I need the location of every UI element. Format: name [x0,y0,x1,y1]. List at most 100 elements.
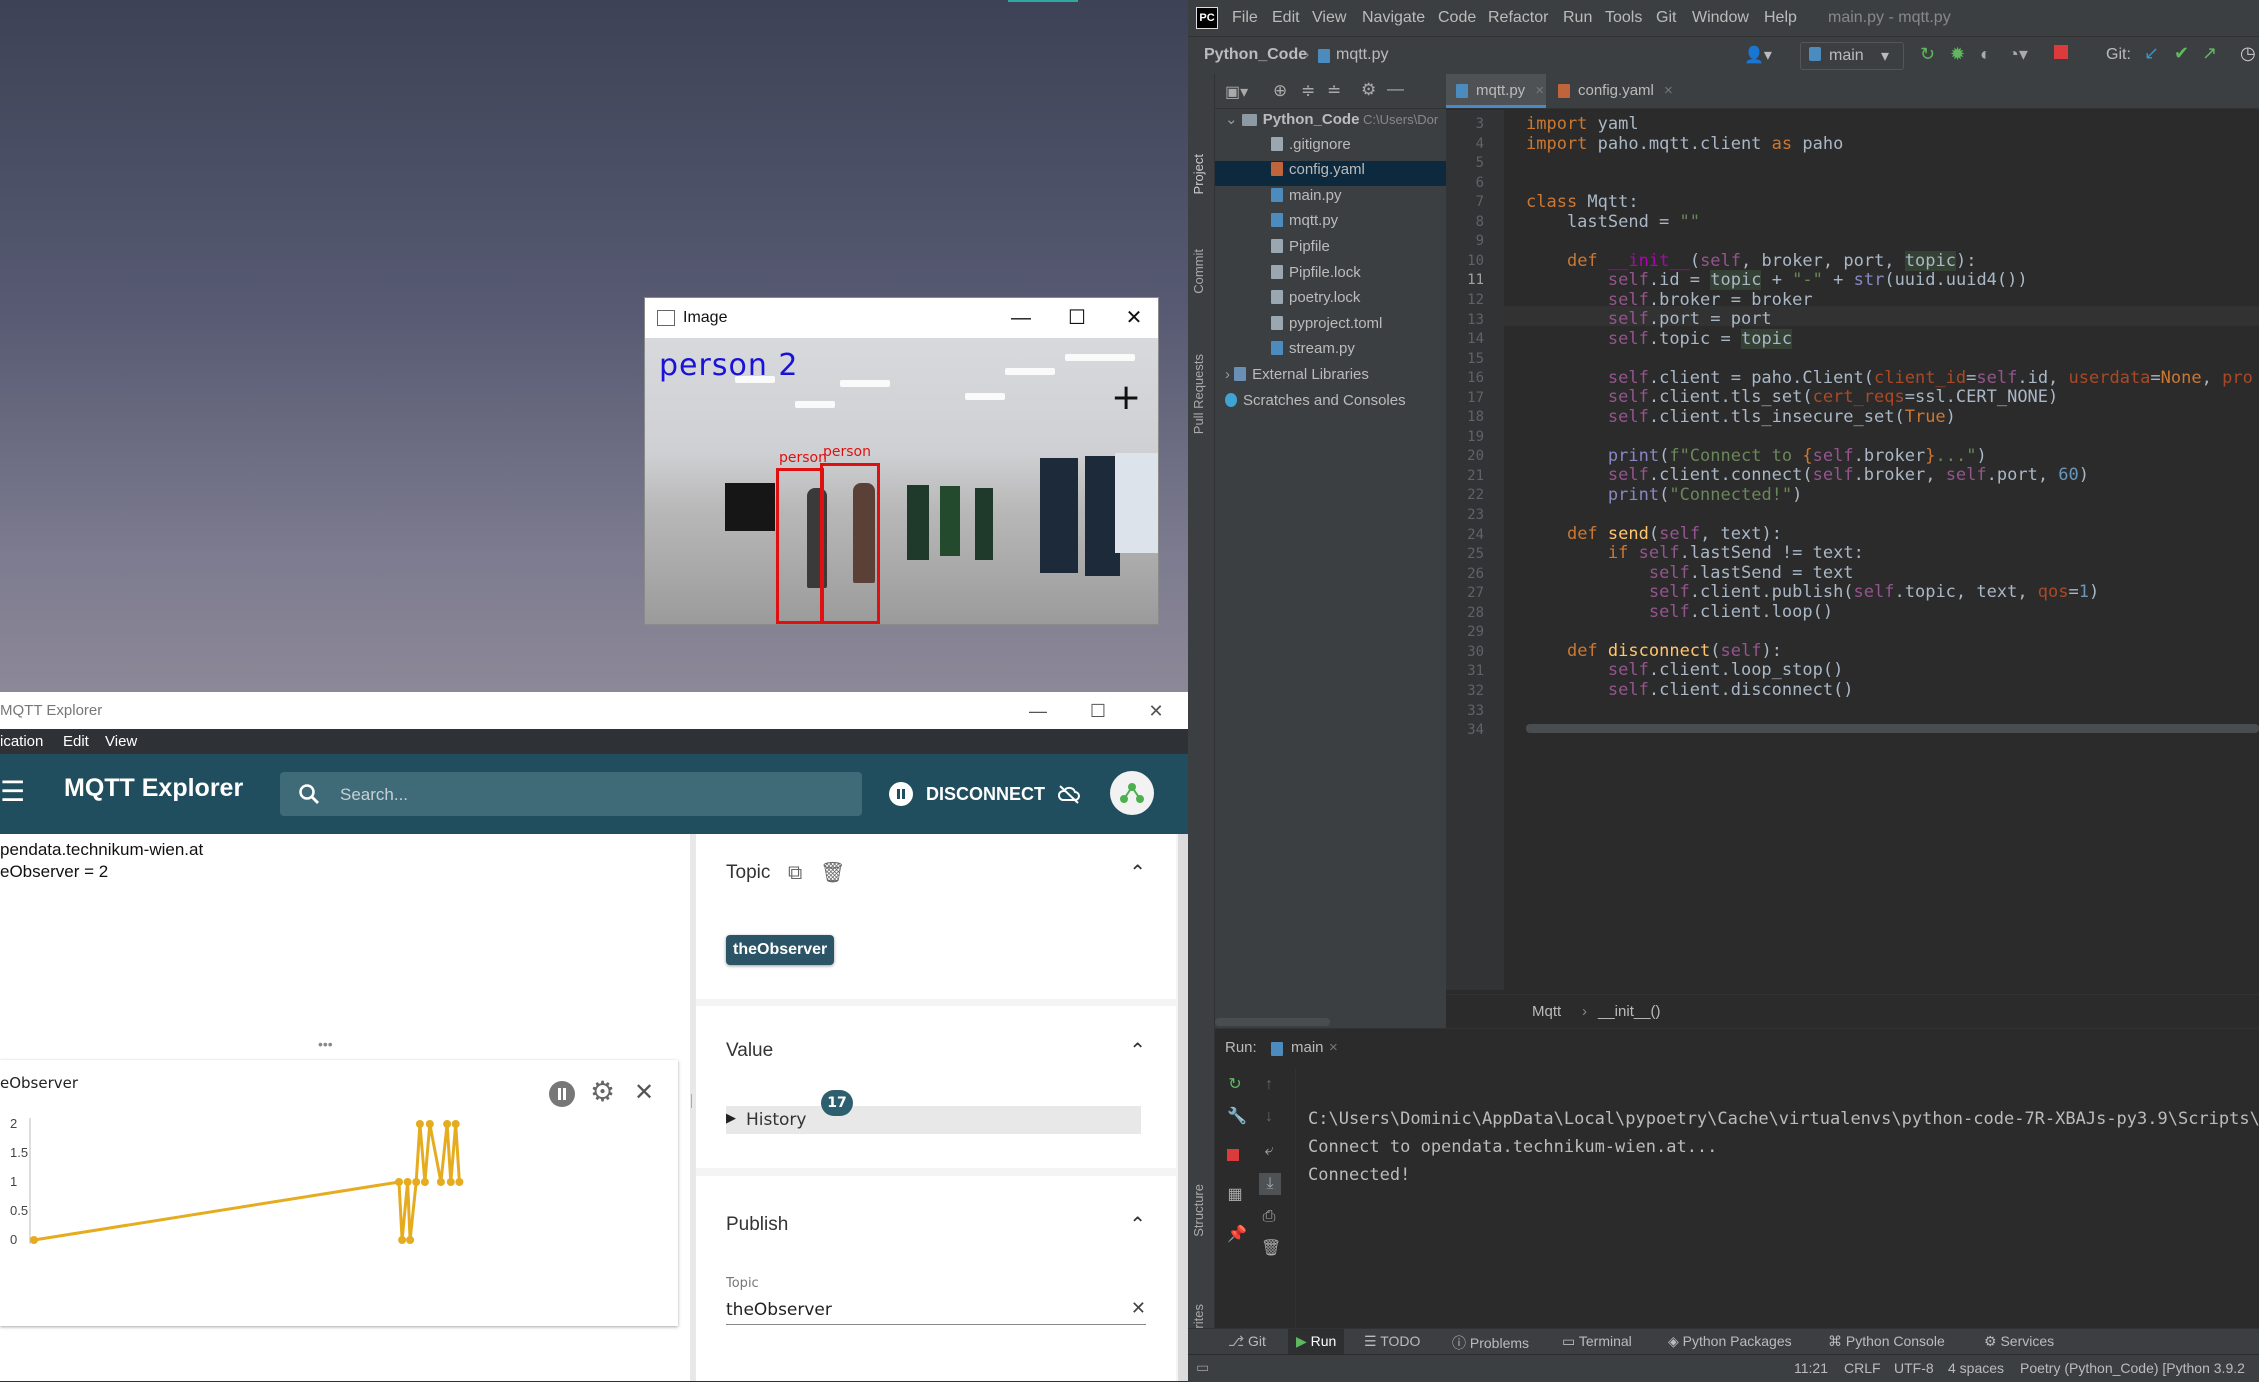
collapse-chevron-icon[interactable]: ⌃ [1129,1212,1146,1236]
collapse-chevron-icon[interactable]: ⌃ [1129,860,1146,884]
tool-python-packages[interactable]: ◈ Python Packages [1668,1333,1792,1350]
menu-help[interactable]: Help [1764,9,1797,27]
project-tree-item[interactable]: pyproject.toml [1215,315,1446,340]
tree-arrow-icon[interactable]: › [1225,366,1234,383]
minimize-icon[interactable]: — [1007,304,1035,332]
tab-mqtt-py[interactable]: mqtt.py × [1446,74,1546,108]
tool-terminal[interactable]: ▭ Terminal [1562,1333,1632,1350]
rerun-icon[interactable]: ↻ [1227,1077,1243,1093]
close-run-tab-icon[interactable]: × [1329,1039,1338,1056]
side-tab-commit[interactable]: Commit [1191,249,1206,294]
profile-icon[interactable]: ◔▾ [2008,44,2028,65]
tool-git[interactable]: ⎇ Git [1228,1333,1266,1350]
run-config-selector[interactable]: main ▾ [1800,42,1904,70]
scroll-to-end-icon[interactable]: ⤓ [1259,1173,1281,1195]
menu-code[interactable]: Code [1438,9,1476,27]
debug-icon[interactable]: ✹ [1950,44,1965,65]
soft-wrap-icon[interactable]: ⤶ [1261,1143,1277,1159]
console-output[interactable]: C:\Users\Dominic\AppData\Local\pypoetry\… [1295,1069,2259,1351]
git-commit-icon[interactable]: ✔ [2174,43,2189,64]
collapse-chevron-icon[interactable]: ⌃ [1129,1038,1146,1062]
stop-icon[interactable] [2054,45,2068,59]
menu-navigate[interactable]: Navigate [1362,9,1425,27]
status-interpreter[interactable]: Poetry (Python_Code) [Python 3.9.2 [2020,1360,2245,1376]
history-toggle[interactable]: ▶ History 17 [726,1090,1141,1134]
clear-icon[interactable]: ✕ [1131,1298,1146,1319]
status-indent[interactable]: 4 spaces [1948,1360,2004,1376]
hide-panel-icon[interactable]: — [1387,79,1404,99]
menu-application[interactable]: ication [0,733,43,750]
project-tree-item[interactable]: Pipfile [1215,238,1446,263]
project-tree-item[interactable]: Pipfile.lock [1215,264,1446,289]
history-clock-icon[interactable]: ◷ [2240,43,2256,64]
coverage-icon[interactable]: ◐ [1980,44,1991,65]
image-window-titlebar[interactable]: Image — ☐ ✕ [645,298,1158,338]
locate-icon[interactable]: ⊕ [1273,81,1287,101]
disconnect-button[interactable]: DISCONNECT [888,776,1081,812]
mqtt-window-titlebar[interactable]: MQTT Explorer — ☐ ✕ [0,692,1188,730]
image-window[interactable]: Image — ☐ ✕ person person person 2 + [644,297,1159,625]
expand-panel-icon[interactable]: ▭ [1196,1359,1209,1376]
breadcrumb-project[interactable]: Python_Code [1204,46,1307,64]
resize-handle-icon[interactable]: ••• [318,1036,333,1052]
project-tree-item[interactable]: ⌄ Python_Code C:\Users\Dor [1215,110,1446,135]
git-update-icon[interactable]: ↙ [2144,43,2159,64]
connection-avatar[interactable] [1110,771,1154,815]
tool-python-console[interactable]: ⌘ Python Console [1828,1333,1945,1350]
mqtt-explorer-window[interactable]: MQTT Explorer — ☐ ✕ ication Edit View ☰ … [0,692,1188,1381]
scroll-down-icon[interactable]: ↓ [1261,1109,1277,1125]
project-tree-item[interactable]: mqtt.py [1215,212,1446,237]
search-input[interactable] [338,780,842,810]
menu-refactor[interactable]: Refactor [1488,9,1548,27]
scroll-up-icon[interactable]: ↑ [1261,1077,1277,1093]
side-tab-pull-requests[interactable]: Pull Requests [1191,354,1206,434]
project-horizontal-scrollbar[interactable] [1215,1018,1330,1026]
details-scrollbar[interactable] [1178,834,1188,1381]
menu-tools[interactable]: Tools [1605,9,1642,27]
menu-window[interactable]: Window [1692,9,1749,27]
menu-view[interactable]: View [105,733,137,750]
project-tree-item[interactable]: poetry.lock [1215,289,1446,314]
git-push-icon[interactable]: ↗ [2202,43,2217,64]
status-cursor-position[interactable]: 11:21 [1794,1360,1828,1376]
expand-all-icon[interactable]: ≑ [1301,81,1315,101]
close-icon[interactable]: ✕ [1120,304,1148,332]
editor-horizontal-scrollbar[interactable] [1526,724,2259,733]
project-view-icon[interactable]: ▣▾ [1225,82,1248,102]
status-line-separator[interactable]: CRLF [1844,1360,1881,1376]
layout-icon[interactable]: ▦ [1227,1187,1243,1203]
settings-gear-icon[interactable]: ⚙ [1361,80,1376,100]
editor-content[interactable]: 3 4 5 6 7 8 9 10 11 12 13 14 15 16 17 18 19 20 21 22 23 24 25 2… [1446,110,2259,990]
menu-run[interactable]: Run [1563,9,1592,27]
publish-topic-field[interactable]: theObserver ✕ [726,1294,1146,1325]
run-config-tab[interactable]: main [1291,1039,1324,1056]
user-icon[interactable]: 👤▾ [1744,45,1772,65]
hamburger-menu-icon[interactable]: ☰ [0,778,25,806]
stop-icon[interactable] [1227,1149,1239,1161]
print-icon[interactable]: ⎙ [1261,1209,1277,1225]
code-editor[interactable]: mqtt.py × config.yaml × 3 4 5 6 7 8 9 10 11 12 13 1… [1446,74,2259,1029]
close-icon[interactable]: ✕ [1143,698,1169,724]
status-encoding[interactable]: UTF-8 [1894,1360,1934,1376]
trash-icon[interactable]: 🗑 [1261,1241,1281,1257]
tab-config-yaml[interactable]: config.yaml × [1548,74,1698,108]
tree-node-broker[interactable]: pendata.technikum-wien.at [0,840,203,860]
tree-node-topic[interactable]: eObserver = 2 [0,862,108,882]
menu-git[interactable]: Git [1656,9,1676,27]
project-tree-item[interactable]: Scratches and Consoles [1215,392,1446,417]
maximize-icon[interactable]: ☐ [1063,304,1091,332]
project-tree-item[interactable]: stream.py [1215,340,1446,365]
pin-icon[interactable]: 📌 [1227,1227,1247,1243]
project-tree-item[interactable]: › External Libraries [1215,366,1446,391]
tool-run[interactable]: ▶ Run [1288,1329,1345,1355]
menu-edit[interactable]: Edit [63,733,89,750]
side-tab-project[interactable]: Project [1191,154,1206,194]
copy-icon[interactable]: ⧉ [788,860,802,884]
breadcrumb-file[interactable]: mqtt.py [1336,46,1388,64]
menu-file[interactable]: File [1232,9,1258,27]
breadcrumb-class[interactable]: Mqtt [1532,1003,1561,1020]
tool-todo[interactable]: ☰ TODO [1364,1333,1420,1350]
close-tab-icon[interactable]: × [1535,82,1544,99]
tool-problems[interactable]: ⓘ Problems [1452,1333,1529,1353]
search-box[interactable] [280,772,862,816]
